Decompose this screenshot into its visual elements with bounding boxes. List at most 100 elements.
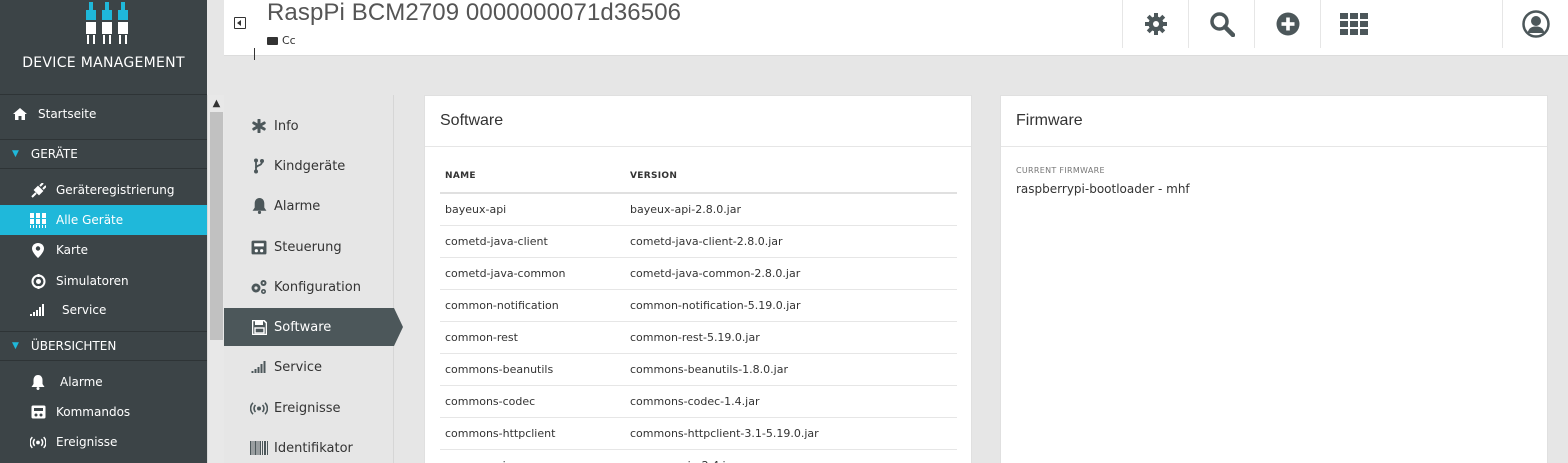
- settings-button[interactable]: [1122, 0, 1188, 48]
- tab-konfiguration[interactable]: Konfiguration: [224, 268, 394, 306]
- sidebar-item-label: Ereignisse: [56, 435, 118, 449]
- brand-title: DEVICE MANAGEMENT: [22, 55, 185, 71]
- sidebar-item-alarme[interactable]: Alarme: [0, 367, 207, 397]
- software-name-cell: cometd-java-client: [440, 225, 625, 258]
- branch-icon: [250, 157, 268, 175]
- scroll-up-arrow-icon[interactable]: ▲: [208, 95, 225, 112]
- tab-kindgeraete[interactable]: Kindgeräte: [224, 147, 394, 185]
- tab-label: Service: [274, 359, 323, 375]
- broadcast-icon: [250, 399, 268, 417]
- column-header-name: NAME: [440, 159, 625, 194]
- sidebar-item-alle-geraete[interactable]: Alle Geräte: [0, 205, 207, 235]
- sidebar-section-uebersichten[interactable]: ▼ ÜBERSICHTEN: [0, 331, 207, 361]
- bell-icon: [30, 374, 46, 390]
- scrollbar-thumb[interactable]: [210, 112, 223, 340]
- table-row: bayeux-api bayeux-api-2.8.0.jar: [440, 193, 957, 226]
- software-name-cell: commons-codec: [440, 385, 625, 418]
- software-name-cell: common-rest: [440, 321, 625, 354]
- breadcrumb[interactable]: Cc: [267, 34, 296, 47]
- software-version-cell: bayeux-api-2.8.0.jar: [625, 193, 957, 226]
- sidebar-item-label: Alle Geräte: [56, 213, 124, 227]
- software-name-cell: commons-beanutils: [440, 353, 625, 386]
- sidebar-item-kommandos[interactable]: Kommandos: [0, 397, 207, 427]
- breadcrumb-label: Cc: [282, 34, 296, 47]
- tab-label: Konfiguration: [274, 279, 361, 295]
- search-button[interactable]: [1188, 0, 1254, 48]
- floppy-icon: [250, 318, 268, 336]
- software-name-cell: commons-httpclient: [440, 417, 625, 450]
- main-sidebar: DEVICE MANAGEMENT Startseite ▼ GERÄTE Ge…: [0, 0, 207, 463]
- software-version-cell: cometd-java-client-2.8.0.jar: [625, 225, 957, 258]
- sidebar-item-label: Karte: [56, 243, 89, 257]
- tab-ereignisse[interactable]: Ereignisse: [224, 389, 394, 427]
- collapse-sidebar-icon[interactable]: [234, 17, 246, 29]
- firmware-card: Firmware CURRENT FIRMWARE raspberrypi-bo…: [1000, 95, 1548, 463]
- tab-label: Software: [274, 319, 332, 335]
- sidebar-section-label: GERÄTE: [30, 147, 78, 161]
- tab-steuerung[interactable]: Steuerung: [224, 228, 394, 266]
- software-card: Software NAME VERSION bayeux-api bayeux-a…: [424, 95, 972, 463]
- table-row: commons-iocommons-io-2.4.jar: [440, 449, 957, 463]
- tab-label: Kindgeräte: [274, 158, 346, 174]
- top-header: RaspPi BCM2709 0000000071d36506 Cc: [224, 0, 1568, 56]
- add-button[interactable]: [1254, 0, 1320, 48]
- brand-area: DEVICE MANAGEMENT: [0, 0, 207, 95]
- simulator-icon: [30, 273, 46, 289]
- home-icon: [12, 106, 28, 122]
- sidebar-item-label: Geräteregistrierung: [56, 183, 175, 197]
- caret-down-icon: ▼: [12, 341, 19, 351]
- column-header-version: VERSION: [625, 159, 957, 194]
- table-row: commons-httpclient commons-httpclient-3.1…: [440, 417, 957, 450]
- software-table: NAME VERSION bayeux-api bayeux-api-2.8.0.…: [440, 159, 957, 463]
- tab-info[interactable]: Info: [224, 107, 394, 145]
- software-version-cell: commons-io-2.4.jar: [625, 449, 957, 463]
- sidebar-item-ereignisse[interactable]: Ereignisse: [0, 427, 207, 457]
- sidebar-item-label: Alarme: [60, 375, 103, 389]
- software-name-cell: commons-io: [440, 449, 625, 463]
- table-row: cometd-java-client cometd-java-client-2.8…: [440, 225, 957, 258]
- plug-icon: [30, 182, 46, 198]
- broadcast-icon: [30, 434, 46, 450]
- signal-bars-icon: [250, 358, 268, 376]
- software-version-cell: common-notification-5.19.0.jar: [625, 289, 957, 322]
- table-row: cometd-java-common cometd-java-common-2.8…: [440, 257, 957, 290]
- settings-gear-icon: [1144, 13, 1167, 35]
- sidebar-item-service[interactable]: Service: [0, 295, 207, 325]
- software-name-cell: common-notification: [440, 289, 625, 322]
- user-menu-button[interactable]: [1502, 0, 1568, 48]
- sidebar-item-label: Simulatoren: [56, 274, 129, 288]
- sidebar-item-startseite[interactable]: Startseite: [0, 99, 207, 129]
- map-marker-icon: [30, 242, 46, 258]
- bell-icon: [250, 197, 268, 215]
- sidebar-section-label: ÜBERSICHTEN: [30, 339, 117, 353]
- current-firmware-value: raspberrypi-bootloader - mhf: [1016, 182, 1190, 196]
- apps-button[interactable]: [1320, 0, 1386, 48]
- sidebar-item-simulatoren[interactable]: Simulatoren: [0, 266, 207, 296]
- user-avatar-icon: [1521, 10, 1550, 38]
- tab-software[interactable]: Software: [224, 308, 403, 346]
- tab-service[interactable]: Service: [224, 348, 394, 386]
- sidebar-section-geraete[interactable]: ▼ GERÄTE: [0, 139, 207, 169]
- caret-down-icon: ▼: [12, 149, 19, 159]
- sidebar-item-karte[interactable]: Karte: [0, 235, 207, 265]
- apps-grid-icon: [1339, 13, 1368, 35]
- add-plus-icon: [1276, 12, 1299, 36]
- software-name-cell: cometd-java-common: [440, 257, 625, 290]
- sidebar-item-label: Startseite: [38, 107, 97, 121]
- firmware-card-title: Firmware: [1001, 96, 1547, 147]
- table-row: common-notification common-notification-5…: [440, 289, 957, 322]
- software-version-cell: common-rest-5.19.0.jar: [625, 321, 957, 354]
- software-version-cell: commons-httpclient-3.1-5.19.0.jar: [625, 417, 957, 450]
- software-name-cell: bayeux-api: [440, 193, 625, 226]
- tab-alarme[interactable]: Alarme: [224, 187, 394, 225]
- sidebar-item-geraeteregistrierung[interactable]: Geräteregistrierung: [0, 175, 207, 205]
- software-version-cell: commons-codec-1.4.jar: [625, 385, 957, 418]
- tab-label: Info: [274, 118, 299, 134]
- page-title: RaspPi BCM2709 0000000071d36506: [267, 0, 682, 26]
- control-icon: [250, 238, 268, 256]
- sidebar-scrollbar[interactable]: ▲: [207, 95, 224, 463]
- tab-identifikator[interactable]: Identifikator: [224, 429, 394, 463]
- sidebar-item-label: Service: [62, 303, 107, 317]
- barcode-icon: [250, 439, 268, 457]
- table-header-row: NAME VERSION: [440, 159, 957, 194]
